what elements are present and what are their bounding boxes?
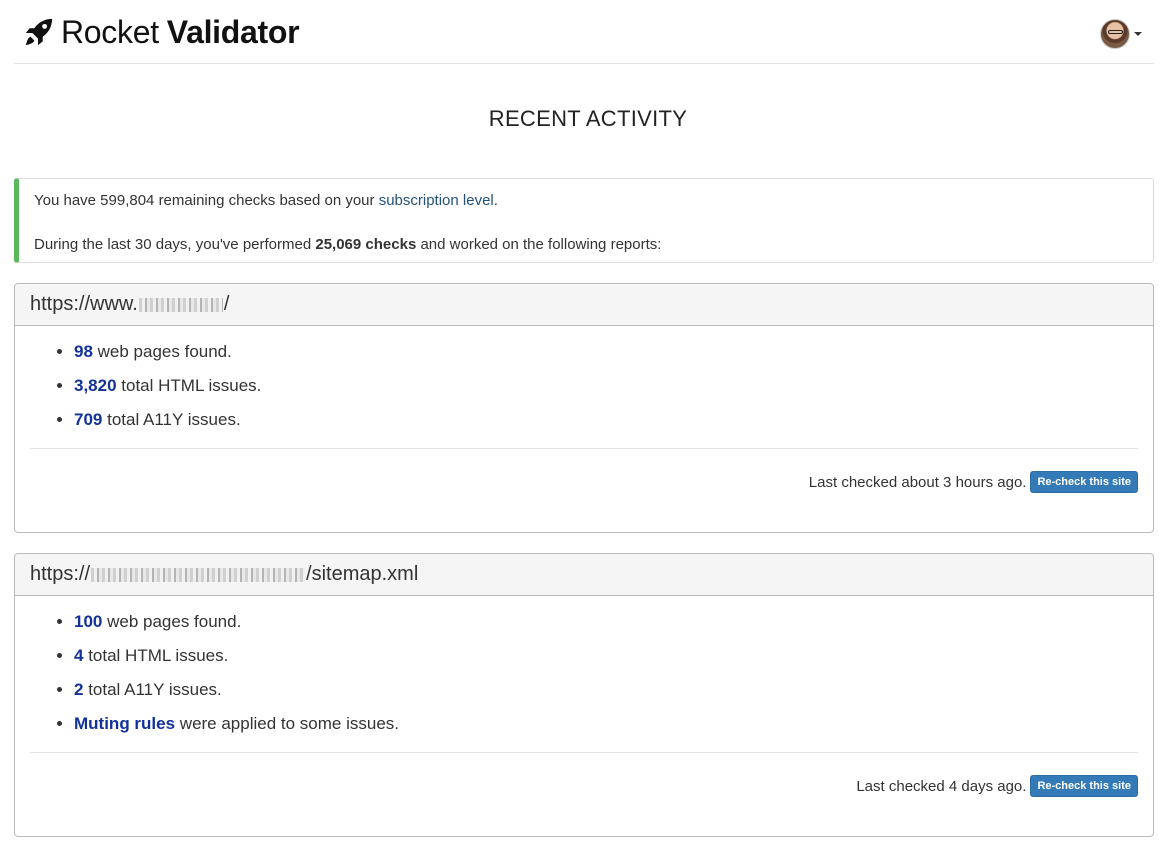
a11y-issues-link[interactable]: 709 [74,410,102,429]
list-item: 4 total HTML issues. [74,646,1138,666]
page-title: RECENT ACTIVITY [488,106,688,131]
brand-name-bold: Validator [166,13,300,50]
top-navbar: Rocket Validator [14,0,1154,64]
muting-rules-link[interactable]: Muting rules [74,714,175,733]
last-checked-text: Last checked 4 days ago. [856,777,1027,795]
subscription-level-link[interactable]: subscription level [379,192,494,209]
stat-text: total A11Y issues. [83,680,222,699]
report-stats-list: 98 web pages found. 3,820 total HTML iss… [30,342,1138,430]
avatar[interactable] [1100,19,1130,49]
remaining-checks-text: You have 599,804 remaining checks based … [34,191,1153,211]
report-url-heading: https://www. / [15,284,1153,326]
redacted-domain [91,567,306,582]
brand-logo-link[interactable]: Rocket Validator [24,12,300,52]
stat-text: were applied to some issues. [175,714,400,733]
caret-down-icon [1134,32,1142,36]
stat-text: web pages found. [102,612,242,631]
list-item: 100 web pages found. [74,612,1138,632]
brand-name-light: Rocket [61,13,159,50]
rocket-icon [25,18,53,46]
report-url-prefix: https:// [30,563,91,585]
report-footer: Last checked 4 days ago. Re-check this s… [30,753,1138,797]
page: Rocket Validator RECENT ACTIVITY You have… [0,0,1176,848]
activity-text: During the last 30 days, you've performe… [34,235,1153,255]
list-item: 2 total A11Y issues. [74,680,1138,700]
checks-count: 25,069 checks [315,236,417,253]
redacted-domain [138,297,223,312]
report-panel: https:// /sitemap.xml 100 web pages found… [14,553,1154,837]
list-item: 3,820 total HTML issues. [74,376,1138,396]
activity-suffix: and worked on the following reports: [416,236,662,253]
report-stats-list: 100 web pages found. 4 total HTML issues… [30,612,1138,734]
report-panel: https://www. / 98 web pages found. 3,820 … [14,283,1154,533]
activity-prefix: During the last 30 days, you've performe… [34,236,316,253]
web-pages-link[interactable]: 98 [74,342,93,361]
report-url-suffix: / [223,293,230,315]
list-item: Muting rules were applied to some issues… [74,714,1138,734]
brand-name: Rocket Validator [61,13,300,51]
recheck-site-button[interactable]: Re-check this site [1030,775,1138,797]
activity-summary-box: You have 599,804 remaining checks based … [14,178,1154,263]
last-checked-text: Last checked about 3 hours ago. [808,473,1027,491]
report-url-prefix: https://www. [30,293,138,315]
recheck-site-button[interactable]: Re-check this site [1030,471,1138,493]
report-url-suffix: /sitemap.xml [306,563,419,585]
list-item: 709 total A11Y issues. [74,410,1138,430]
stat-text: web pages found. [92,342,232,361]
remaining-prefix: You have 599,804 remaining checks based … [34,192,379,209]
stat-text: total HTML issues. [116,376,262,395]
report-url-heading: https:// /sitemap.xml [15,554,1153,596]
report-body: 100 web pages found. 4 total HTML issues… [15,596,1153,797]
report-footer: Last checked about 3 hours ago. Re-check… [30,449,1138,493]
remaining-suffix: . [493,192,498,209]
html-issues-link[interactable]: 3,820 [74,376,117,395]
user-menu-dropdown[interactable] [1100,19,1142,49]
stat-text: total A11Y issues. [102,410,241,429]
stat-text: total HTML issues. [83,646,229,665]
report-body: 98 web pages found. 3,820 total HTML iss… [15,326,1153,493]
list-item: 98 web pages found. [74,342,1138,362]
web-pages-link[interactable]: 100 [74,612,102,631]
